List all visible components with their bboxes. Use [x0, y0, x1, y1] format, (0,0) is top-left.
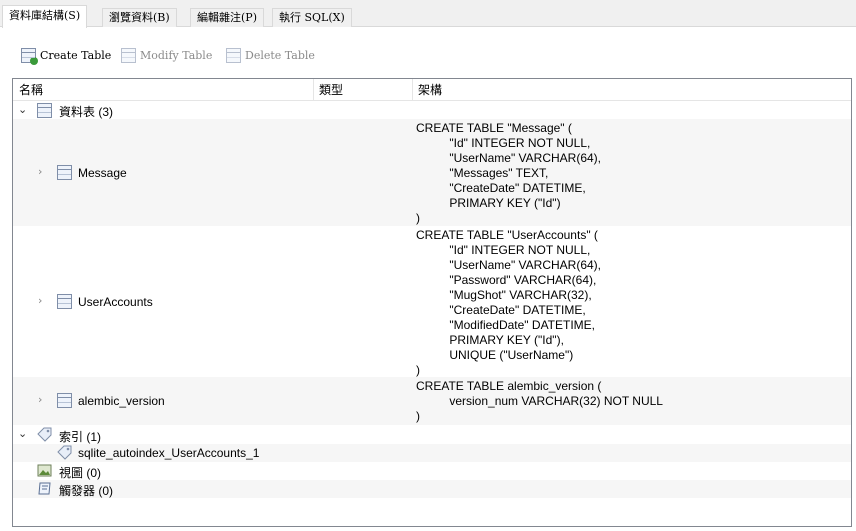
tab-edit-pragmas[interactable]: 編輯雜注(P)	[190, 8, 264, 27]
tree-row-index[interactable]: sqlite_autoindex_UserAccounts_1	[13, 444, 851, 462]
tree-header: 名稱 類型 架構	[13, 79, 851, 101]
tree-row-table-alembic-version[interactable]: › alembic_version CREATE TABLE alembic_v…	[13, 377, 851, 425]
tab-execute-sql[interactable]: 執行 SQL(X)	[272, 8, 352, 27]
tab-browse-data[interactable]: 瀏覽資料(B)	[102, 8, 177, 27]
modify-table-icon	[121, 47, 136, 63]
tree-row-triggers-group[interactable]: 觸發器 (0)	[13, 480, 851, 498]
index-tag-icon	[57, 445, 72, 460]
tree-row-indexes-group[interactable]: ⌄ 索引 (1)	[13, 426, 851, 444]
delete-table-icon	[226, 47, 241, 63]
structure-toolbar: Create Table Modify Table Delete Table	[0, 28, 856, 76]
tree-row-views-group[interactable]: 視圖 (0)	[13, 462, 851, 480]
tab-database-structure[interactable]: 資料庫結構(S)	[2, 5, 88, 28]
modify-table-button[interactable]: Modify Table	[121, 46, 212, 64]
views-group-label: 視圖 (0)	[59, 466, 102, 480]
index-name: sqlite_autoindex_UserAccounts_1	[78, 446, 260, 460]
table-icon	[57, 393, 72, 408]
delete-table-button[interactable]: Delete Table	[226, 46, 315, 64]
column-header-type[interactable]: 類型	[315, 79, 343, 101]
column-divider[interactable]	[412, 79, 413, 101]
chevron-right-icon[interactable]: ›	[38, 165, 42, 179]
triggers-group-label: 觸發器 (0)	[59, 484, 114, 498]
chevron-down-icon[interactable]: ⌄	[18, 427, 27, 441]
create-table-button[interactable]: Create Table	[21, 46, 112, 65]
tree-row-tables-group[interactable]: ⌄ 資料表 (3)	[13, 102, 851, 119]
modify-table-label: Modify Table	[140, 48, 213, 62]
table-schema: CREATE TABLE alembic_version ( version_n…	[416, 379, 663, 423]
indexes-group-label: 索引 (1)	[59, 430, 102, 444]
tab-bar: 瀏覽資料(B) 編輯雜注(P) 執行 SQL(X) 資料庫結構(S)	[0, 0, 856, 28]
table-name: UserAccounts	[78, 295, 153, 309]
chevron-right-icon[interactable]: ›	[38, 393, 42, 407]
trigger-scroll-icon	[37, 481, 52, 496]
column-divider[interactable]	[313, 79, 314, 101]
table-icon	[57, 294, 72, 309]
table-icon	[57, 165, 72, 180]
tree-row-table-useraccounts[interactable]: › UserAccounts CREATE TABLE "UserAccount…	[13, 226, 851, 377]
tree-row-table-message[interactable]: › Message CREATE TABLE "Message" ( "Id" …	[13, 119, 851, 226]
table-schema: CREATE TABLE "UserAccounts" ( "Id" INTEG…	[416, 228, 602, 377]
table-name: Message	[78, 166, 127, 180]
index-tag-icon	[37, 427, 52, 442]
table-schema: CREATE TABLE "Message" ( "Id" INTEGER NO…	[416, 121, 602, 225]
column-header-name[interactable]: 名稱	[15, 79, 43, 101]
delete-table-label: Delete Table	[245, 48, 315, 62]
view-image-icon	[37, 463, 52, 478]
tables-icon	[37, 103, 52, 118]
table-name: alembic_version	[78, 394, 165, 408]
chevron-right-icon[interactable]: ›	[38, 294, 42, 308]
create-table-label: Create Table	[40, 48, 112, 62]
chevron-down-icon[interactable]: ⌄	[18, 103, 27, 117]
create-table-icon	[21, 47, 38, 65]
tables-group-label: 資料表 (3)	[59, 105, 114, 119]
schema-tree[interactable]: 名稱 類型 架構 ⌄ 資料表 (3) › Message CREATE TABL…	[12, 78, 852, 527]
column-header-schema[interactable]: 架構	[414, 79, 442, 101]
